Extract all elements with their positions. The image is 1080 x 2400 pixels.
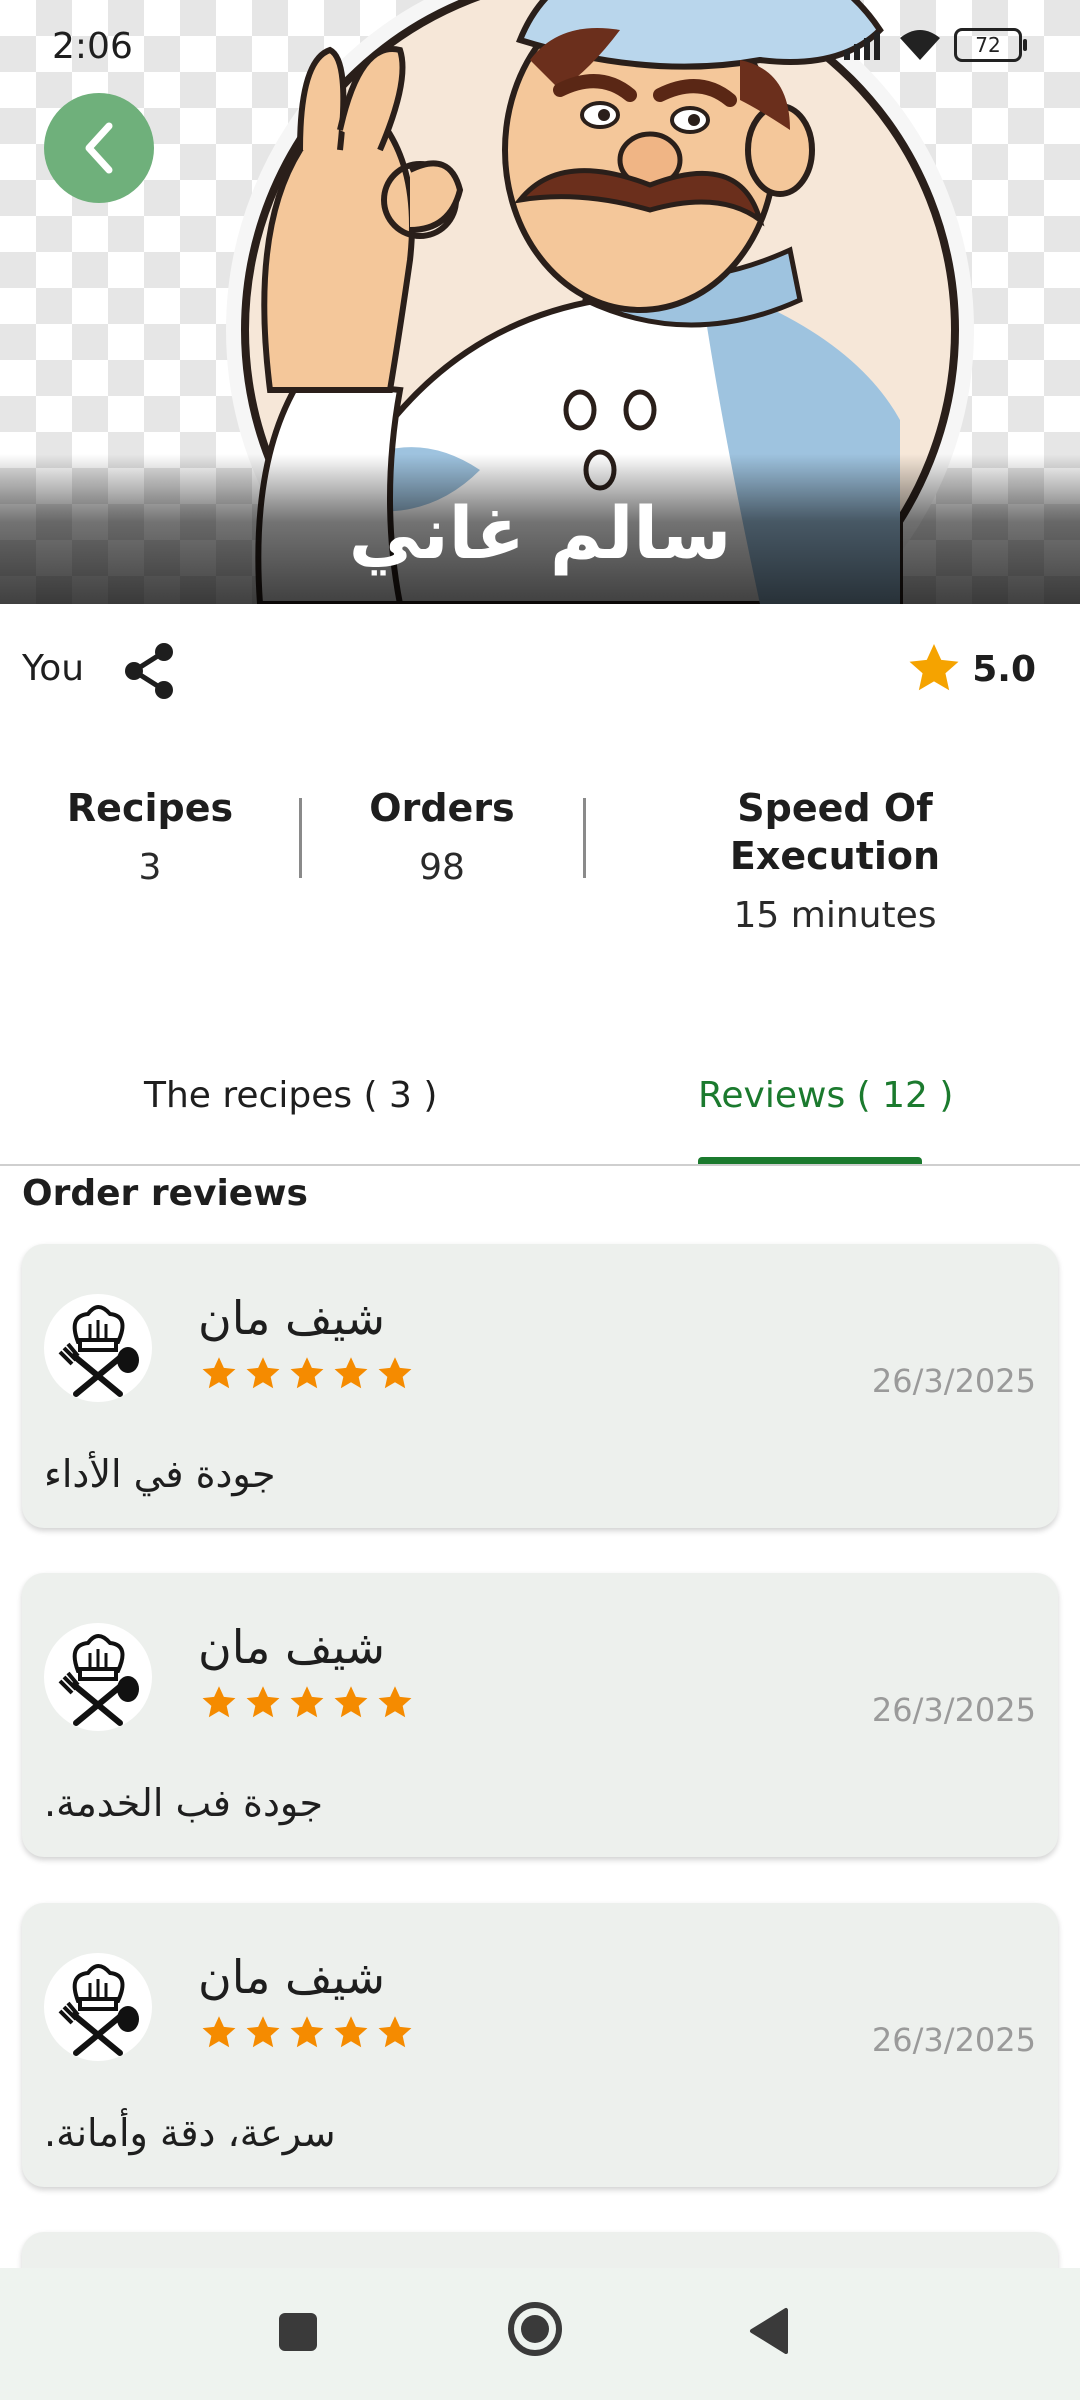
avatar (44, 1294, 152, 1402)
reviewer-name: شيف مان (198, 1950, 386, 2004)
star-icon (202, 2016, 236, 2048)
review-card: شيف مان 26/3/2025 جودة فب الخدمة. (22, 1573, 1058, 1857)
review-comment: سرعة، دقة وأمانة. (44, 2111, 336, 2155)
stat-label: Speed Of Execution (729, 786, 941, 878)
stat-value: 3 (138, 847, 162, 888)
star-icon (334, 2016, 368, 2048)
avatar (44, 1623, 152, 1731)
signal-icon (844, 32, 880, 60)
star-icon (202, 1357, 236, 1389)
status-time: 2:06 (52, 26, 133, 67)
stat-divider (299, 798, 302, 878)
stat-value: 15 minutes (733, 895, 937, 936)
share-icon (125, 643, 173, 699)
battery-level: 72 (975, 33, 1001, 57)
avatar (44, 1953, 152, 2061)
chef-logo-icon (58, 1964, 139, 2056)
reviewer-name: شيف مان (198, 1620, 386, 1674)
rating-value: 5.0 (972, 648, 1036, 690)
star-icon (378, 1357, 412, 1389)
chef-name: سالم غاني (348, 491, 732, 575)
back-button[interactable] (44, 93, 154, 203)
star-icon (246, 1357, 280, 1389)
stat-speed: Speed Of Execution 15 minutes (640, 784, 1030, 940)
star-icon (202, 1686, 236, 1718)
circle-icon (508, 2302, 562, 2356)
star-icon (290, 1357, 324, 1389)
chef-rating: 5.0 (906, 642, 1036, 696)
review-date: 26/3/2025 (871, 2021, 1036, 2059)
wifi-icon (900, 30, 940, 60)
review-stars (200, 1356, 414, 1392)
chef-cover-image: سالم غاني (0, 0, 1080, 604)
stat-divider (583, 798, 586, 878)
stat-recipes: Recipes 3 (50, 784, 250, 892)
review-card: شيف مان 26/3/2025 جودة في الأداء (22, 1244, 1058, 1528)
home-button[interactable] (506, 2300, 564, 2362)
star-icon (246, 2016, 280, 2048)
star-icon (290, 1686, 324, 1718)
chef-logo-icon (58, 1305, 139, 1397)
section-title: Order reviews (22, 1173, 308, 1214)
stat-orders: Orders 98 (342, 784, 542, 892)
stat-value: 98 (419, 847, 465, 888)
star-icon (334, 1357, 368, 1389)
star-icon (290, 2016, 324, 2048)
stat-label: Recipes (66, 786, 234, 830)
status-icons: 72 (842, 28, 1027, 62)
star-icon (378, 1686, 412, 1718)
star-icon (378, 2016, 412, 2048)
star-icon (334, 1686, 368, 1718)
review-card: شيف مان 26/3/2025 سرعة، دقة وأمانة. (22, 1903, 1058, 2187)
stat-label: Orders (369, 786, 515, 830)
system-back-button[interactable] (748, 2306, 790, 2360)
review-stars (200, 1685, 414, 1721)
review-date: 26/3/2025 (871, 1362, 1036, 1400)
triangle-back-icon (750, 2308, 788, 2354)
battery-icon: 72 (954, 28, 1027, 62)
recent-apps-button[interactable] (276, 2310, 320, 2358)
square-icon (279, 2313, 317, 2351)
tabs-divider (0, 1164, 1080, 1166)
owner-label: You (22, 648, 85, 689)
review-date: 26/3/2025 (871, 1691, 1036, 1729)
tab-reviews[interactable]: Reviews ( 12 ) (698, 1072, 953, 1120)
chevron-left-icon (85, 122, 113, 174)
star-icon (909, 644, 959, 691)
tab-recipes[interactable]: The recipes ( 3 ) (144, 1072, 437, 1120)
star-icon (246, 1686, 280, 1718)
review-comment: جودة في الأداء (44, 1452, 276, 1496)
chef-logo-icon (58, 1634, 139, 1726)
review-stars (200, 2015, 414, 2051)
review-comment: جودة فب الخدمة. (44, 1781, 324, 1825)
reviewer-name: شيف مان (198, 1291, 386, 1345)
system-nav-bar (0, 2268, 1080, 2400)
share-button[interactable] (118, 640, 180, 706)
